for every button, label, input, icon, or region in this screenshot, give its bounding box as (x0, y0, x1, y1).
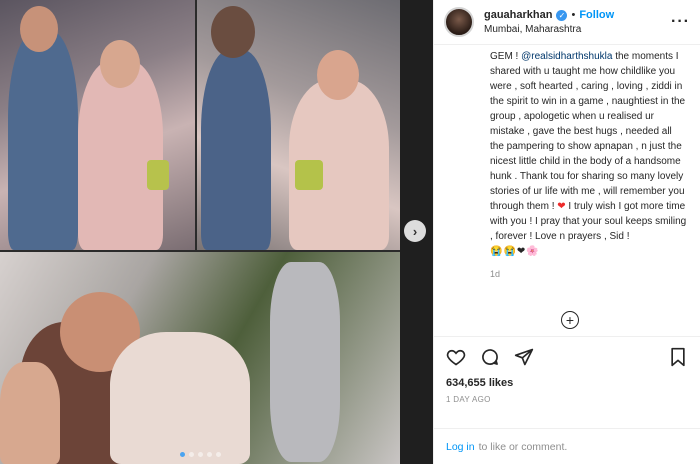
more-options-icon[interactable]: ··· (671, 13, 690, 31)
carousel-dot (207, 452, 212, 457)
caption-segment: GEM ! (490, 51, 522, 62)
mention-link[interactable]: @realsidharthshukla (521, 51, 612, 62)
carousel-dot (180, 452, 185, 457)
verified-badge-icon: ✓ (556, 9, 568, 21)
separator: • (571, 9, 576, 21)
post-date[interactable]: 1 DAY AGO (446, 395, 688, 404)
next-image-button[interactable]: › (404, 220, 426, 242)
bookmark-icon[interactable] (668, 347, 688, 367)
carousel-dots (180, 452, 221, 457)
instagram-post: › gauaharkhan ✓ • Follow Mumbai, Maharas… (0, 0, 700, 464)
carousel-dot (189, 452, 194, 457)
emoji-row: 😭😭❤🌸 (490, 246, 540, 257)
username-link[interactable]: gauaharkhan (484, 9, 552, 21)
login-link[interactable]: Log in (446, 441, 475, 453)
likes-count[interactable]: 634,655 likes (446, 377, 688, 389)
carousel-dot (216, 452, 221, 457)
caption-area: GEM ! @realsidharthshukla the moments I … (434, 45, 700, 336)
photo-collage-top-left (0, 0, 195, 250)
login-prompt: Log in to like or comment. (434, 428, 700, 464)
follow-button[interactable]: Follow (579, 9, 614, 21)
photo-collage-bottom (0, 252, 400, 464)
author-info: gauaharkhan ✓ • Follow Mumbai, Maharasht… (484, 9, 614, 35)
photo-collage-top-right (197, 0, 400, 250)
carousel-dot (198, 452, 203, 457)
action-bar: 634,655 likes 1 DAY AGO (434, 336, 700, 428)
action-icons (446, 345, 688, 369)
load-more-comments-icon[interactable]: + (561, 311, 579, 329)
post-media: › (0, 0, 433, 464)
login-prompt-text: to like or comment. (478, 440, 568, 453)
share-icon[interactable] (514, 347, 534, 367)
caption-text: GEM ! @realsidharthshukla the moments I … (490, 49, 688, 259)
caption-age: 1d (490, 269, 501, 279)
avatar[interactable] (444, 7, 474, 37)
caption-segment: the moments I shared with u taught me ho… (490, 51, 686, 212)
heart-emoji: ❤ (557, 201, 566, 212)
comment-icon[interactable] (480, 347, 500, 367)
author-row: gauaharkhan ✓ • Follow (484, 9, 614, 21)
post-sidebar: gauaharkhan ✓ • Follow Mumbai, Maharasht… (433, 0, 700, 464)
post-header: gauaharkhan ✓ • Follow Mumbai, Maharasht… (434, 0, 700, 45)
like-heart-icon[interactable] (446, 347, 466, 367)
location-link[interactable]: Mumbai, Maharashtra (484, 24, 614, 35)
